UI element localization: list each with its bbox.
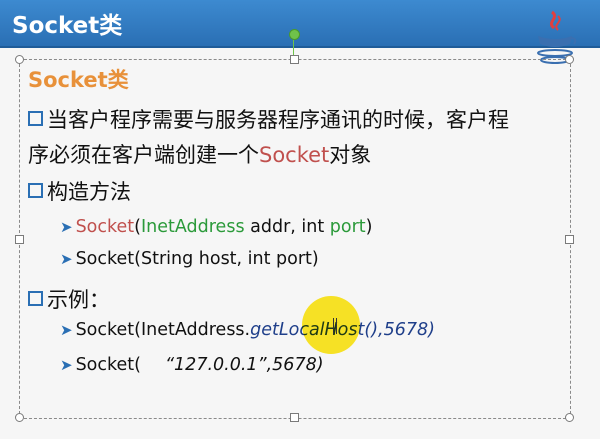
resize-handle-bottom[interactable]: [290, 413, 299, 422]
checkbox-bullet-icon: [28, 291, 43, 306]
constructor-1-args: addr, int: [244, 217, 330, 237]
example-1: ➤Socket(InetAddress.getLocalHost(),5678): [60, 320, 435, 340]
arrow-bullet-icon: ➤: [60, 218, 73, 236]
bullet-1-text: 当客户程序需要与服务器程序通讯的时候，客户程: [47, 108, 509, 132]
constructor-1-type: InetAddress: [140, 217, 245, 237]
constructor-1-paren-open: (: [134, 217, 141, 237]
resize-handle-top-right[interactable]: [565, 55, 574, 64]
arrow-bullet-icon: ➤: [60, 321, 73, 339]
example-2-prefix: Socket(: [75, 355, 141, 375]
resize-handle-bottom-right[interactable]: [565, 413, 574, 422]
slide-subtitle: Socket类: [28, 68, 129, 92]
resize-handle-left[interactable]: [15, 235, 24, 244]
slide-title: Socket类: [12, 13, 123, 39]
text-cursor-icon: [333, 318, 337, 334]
rotate-handle[interactable]: [289, 29, 300, 40]
cursor-highlight: [302, 296, 360, 354]
slide-title-bar: Socket类: [0, 0, 600, 48]
arrow-bullet-icon: ➤: [60, 356, 73, 374]
resize-handle-right[interactable]: [565, 235, 574, 244]
rotate-handle-line: [293, 40, 294, 56]
bullet-2: 构造方法: [28, 176, 131, 206]
resize-handle-top[interactable]: [290, 55, 299, 64]
bullet-1-text-cont: 序必须在客户端创建一个: [28, 143, 259, 167]
constructor-1-paren-close: ): [365, 217, 373, 237]
example-2: ➤ Socket( “127.0.0.1”,5678): [60, 355, 324, 375]
arrow-bullet-icon: ➤: [60, 250, 73, 268]
bullet-1-line-2: 序必须在客户端创建一个Socket对象: [28, 139, 371, 169]
constructor-1: ➤ Socket(InetAddress addr, int port): [60, 217, 372, 237]
socket-keyword: Socket: [259, 143, 330, 167]
resize-handle-bottom-left[interactable]: [15, 413, 24, 422]
bullet-1-line-1: 当客户程序需要与服务器程序通讯的时候，客户程: [28, 104, 509, 134]
bullet-1-text-end: 对象: [329, 143, 372, 167]
checkbox-bullet-icon: [28, 111, 43, 126]
example-1-prefix: Socket(InetAddress.: [75, 320, 251, 340]
constructor-2: ➤ Socket(String host, int port): [60, 249, 319, 269]
constructor-1-name: Socket: [75, 217, 135, 237]
bullet-2-label: 构造方法: [47, 180, 131, 204]
bullet-3: 示例：: [28, 284, 110, 314]
constructor-2-text: Socket(String host, int port): [75, 249, 319, 269]
constructor-1-port: port: [329, 217, 366, 237]
example-2-args: “127.0.0.1”,5678): [164, 355, 324, 375]
bullet-3-label: 示例：: [47, 288, 110, 312]
checkbox-bullet-icon: [28, 183, 43, 198]
resize-handle-top-left[interactable]: [15, 55, 24, 64]
